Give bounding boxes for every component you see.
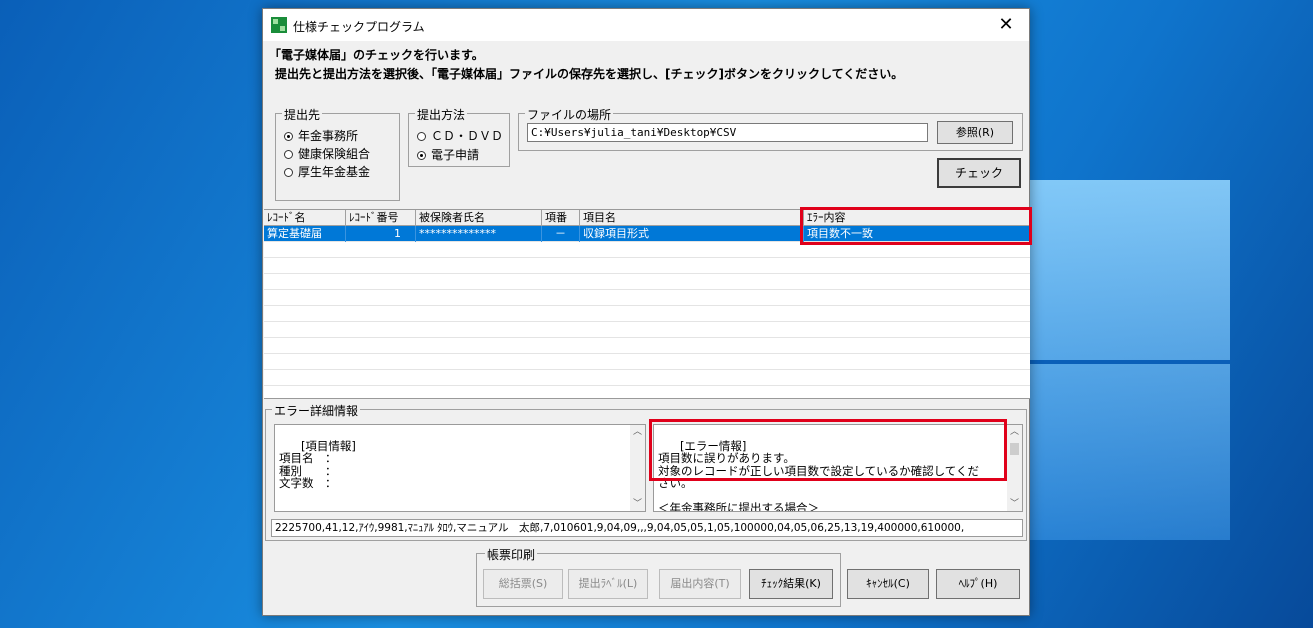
item-info-text: [項目情報] 項目名 ： 種別 ： 文字数 ：: [279, 438, 356, 490]
desktop-wallpaper-divider: [1030, 360, 1230, 364]
column-header-record-name[interactable]: ﾚｺｰﾄﾞ名: [264, 210, 346, 226]
summary-sheet-button[interactable]: 総括票(S): [483, 569, 563, 599]
column-header-item-name[interactable]: 項目名: [580, 210, 804, 226]
table-row-empty[interactable]: [264, 258, 1030, 274]
print-legend: 帳票印刷: [485, 546, 538, 563]
item-info-scrollbar[interactable]: ︿ ﹀: [630, 425, 645, 511]
scroll-down-icon[interactable]: ﹀: [1007, 498, 1022, 511]
cell-item-name: 収録項目形式: [580, 226, 804, 242]
item-info-textbox[interactable]: [項目情報] 項目名 ： 種別 ： 文字数 ： ︿ ﹀: [274, 424, 646, 512]
radio-checked-icon: [284, 132, 293, 141]
radio-destination-2[interactable]: 厚生年金基金: [284, 163, 370, 180]
column-header-error-content[interactable]: ｴﾗｰ内容: [804, 210, 1030, 226]
radio-label: ＣＤ・ＤＶＤ: [431, 129, 504, 143]
table-row-empty[interactable]: [264, 290, 1030, 306]
submission-label-button[interactable]: 提出ﾗﾍﾞﾙ(L): [568, 569, 648, 599]
check-button[interactable]: チェック: [937, 158, 1021, 188]
table-row-empty[interactable]: [264, 370, 1030, 386]
cancel-button[interactable]: ｷｬﾝｾﾙ(C): [847, 569, 929, 599]
radio-unchecked-icon: [284, 150, 293, 159]
radio-label: 電子申請: [431, 148, 480, 162]
radio-label: 健康保険組合: [298, 147, 371, 161]
error-info-text: [エラー情報] 項目数に誤りがあります。 対象のレコードが正しい項目数で設定して…: [658, 438, 979, 512]
table-row[interactable]: 算定基礎届 1 ************** － 収録項目形式 項目数不一致: [264, 226, 1030, 242]
column-header-record-number[interactable]: ﾚｺｰﾄﾞ番号: [346, 210, 416, 226]
cell-error-content: 項目数不一致: [804, 226, 1030, 242]
radio-unchecked-icon: [284, 168, 293, 177]
table-row-empty[interactable]: [264, 354, 1030, 370]
check-result-button[interactable]: ﾁｪｯｸ結果(K): [749, 569, 833, 599]
scroll-up-icon[interactable]: ︿: [630, 426, 645, 439]
radio-destination-0[interactable]: 年金事務所: [284, 127, 358, 144]
column-header-insured-name[interactable]: 被保険者氏名: [416, 210, 542, 226]
file-path-input[interactable]: C:¥Users¥julia_tani¥Desktop¥CSV: [527, 123, 928, 142]
error-grid[interactable]: ﾚｺｰﾄﾞ名 ﾚｺｰﾄﾞ番号 被保険者氏名 項番 項目名 ｴﾗｰ内容 算定基礎届…: [264, 209, 1030, 399]
radio-method-electronic[interactable]: 電子申請: [417, 146, 479, 163]
table-row-empty[interactable]: [264, 274, 1030, 290]
method-legend: 提出方法: [415, 106, 468, 123]
scroll-down-icon[interactable]: ﹀: [630, 498, 645, 511]
raw-record-textbox[interactable]: 2225700,41,12,ｱｲｳ,9981,ﾏﾆｭｱﾙ ﾀﾛｳ,マニュアル 太…: [271, 519, 1023, 537]
close-button[interactable]: ✕: [983, 9, 1029, 41]
cell-record-number: 1: [346, 226, 416, 242]
notification-content-button[interactable]: 届出内容(T): [659, 569, 741, 599]
radio-method-cd-dvd[interactable]: ＣＤ・ＤＶＤ: [417, 127, 503, 144]
file-location-legend: ファイルの場所: [525, 106, 614, 123]
radio-unchecked-icon: [417, 132, 426, 141]
table-row-empty[interactable]: [264, 242, 1030, 258]
column-header-item-no[interactable]: 項番: [542, 210, 580, 226]
destination-legend: 提出先: [282, 106, 323, 123]
window-title: 仕様チェックプログラム: [293, 20, 425, 34]
error-info-textbox[interactable]: [エラー情報] 項目数に誤りがあります。 対象のレコードが正しい項目数で設定して…: [653, 424, 1023, 512]
title-bar[interactable]: 仕様チェックプログラム ✕: [263, 9, 1029, 41]
description-line-1: 「電子媒体届」のチェックを行います。: [269, 48, 484, 62]
radio-destination-1[interactable]: 健康保険組合: [284, 145, 370, 162]
browse-button[interactable]: 参照(R): [937, 121, 1013, 144]
help-button[interactable]: ﾍﾙﾌﾟ(H): [936, 569, 1020, 599]
cell-insured-name: **************: [416, 226, 542, 242]
app-icon: [271, 17, 287, 33]
radio-label: 厚生年金基金: [298, 165, 371, 179]
error-info-scrollbar[interactable]: ︿ ﹀: [1007, 425, 1022, 511]
table-row-empty[interactable]: [264, 338, 1030, 354]
error-detail-legend: エラー詳細情報: [272, 402, 361, 419]
radio-label: 年金事務所: [298, 129, 359, 143]
cell-record-name: 算定基礎届: [264, 226, 346, 242]
table-row-empty[interactable]: [264, 322, 1030, 338]
scroll-thumb[interactable]: [1010, 443, 1019, 455]
main-window: 仕様チェックプログラム ✕ 「電子媒体届」のチェックを行います。 提出先と提出方…: [262, 8, 1032, 616]
table-row-empty[interactable]: [264, 386, 1030, 398]
table-row-empty[interactable]: [264, 306, 1030, 322]
description-line-2: 提出先と提出方法を選択後、「電子媒体届」ファイルの保存先を選択し、[チェック]ボ…: [275, 67, 904, 81]
cell-item-no: －: [542, 226, 580, 242]
scroll-up-icon[interactable]: ︿: [1007, 426, 1022, 439]
method-group: 提出方法 ＣＤ・ＤＶＤ 電子申請: [408, 106, 510, 167]
destination-group: 提出先 年金事務所 健康保険組合 厚生年金基金: [275, 106, 400, 201]
radio-checked-icon: [417, 151, 426, 160]
print-group: 帳票印刷 総括票(S) 提出ﾗﾍﾞﾙ(L) 届出内容(T) ﾁｪｯｸ結果(K): [476, 546, 841, 607]
